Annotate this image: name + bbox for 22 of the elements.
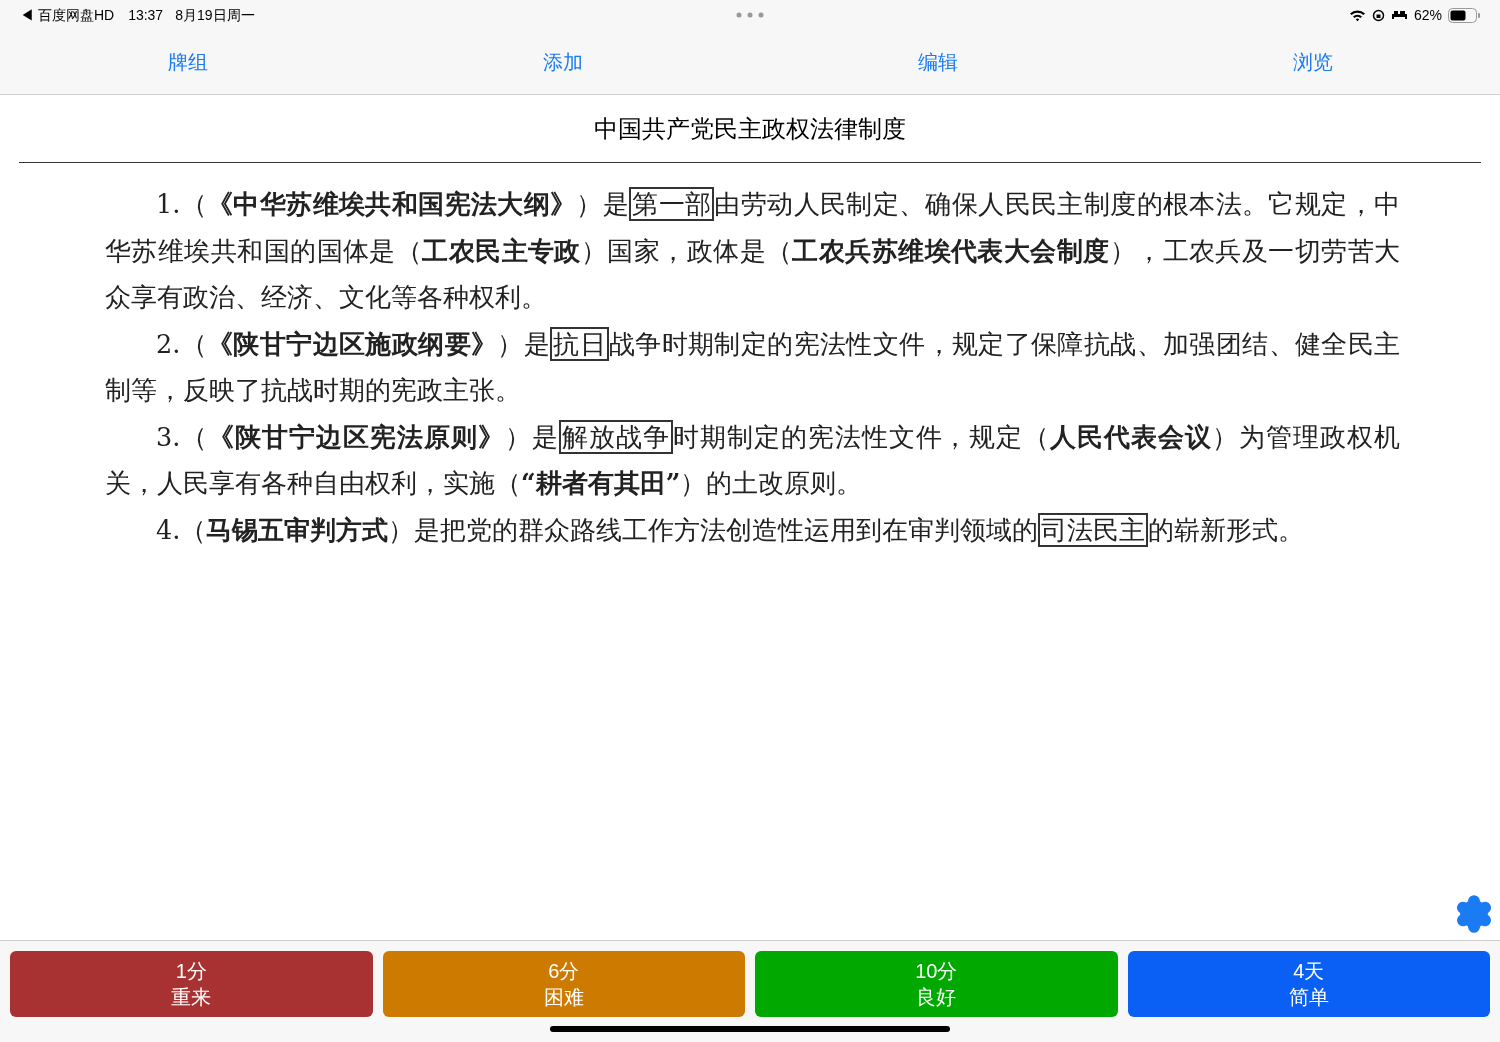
toolbar-tab[interactable]: 添加 (542, 47, 583, 77)
card-paragraph: 4.（马锡五审判方式）是把党的群众路线工作方法创造性运用到在审判领域的司法民主的崭新形式。 (155, 511, 1306, 549)
answer-button[interactable]: 4天 简单 (1127, 951, 1490, 1017)
status-time: 13:37 (128, 5, 164, 25)
toolbar-tab[interactable]: 牌组 (167, 47, 208, 77)
battery-percent: 62% (1413, 5, 1442, 25)
card-paragraph: 1.（《中华苏维埃共和国宪法大纲》）是 第一部 由劳动人民制定、确保人民民主制度的根本法。它规定，中华苏维埃共和国的国体是（工农民主专政）国家，政体是（工农兵苏维埃代表大会制度），工农兵及一切劳苦大众享有政治、经济、文化等各种权利。 (105, 186, 1400, 314)
card-title: 中国共产党民主政权法律制度 (594, 113, 906, 144)
status-date: 8月19日周一 (175, 5, 255, 25)
battery-icon (1448, 7, 1480, 23)
card-paragraph: 2.（《陕甘宁边区施政纲要》）是抗日 战争时期制定的宪法性文件，规定了保障抗战、加强团结、健全民主制等，反映了抗战时期的宪政主张。 (105, 325, 1400, 407)
toolbar-tab[interactable]: 浏览 (1292, 47, 1333, 77)
answer-button[interactable]: 1分 重来 (10, 951, 373, 1017)
card-paragraph: 3.（《陕甘宁边区宪法原则》）是 解放战争 时期制定的宪法性文件，规定（人民代表会议）为管理政权机关，人民享有各种自由权利，实施（“耕者有其田”）的土改原则。 (105, 418, 1400, 500)
rotation-lock-icon (1371, 8, 1385, 22)
back-app-label[interactable]: ◀ 百度网盘HD (20, 4, 115, 26)
toolbar-tab[interactable]: 编辑 (917, 47, 958, 77)
answer-button[interactable]: 6分 困难 (382, 951, 745, 1017)
more-dots-icon[interactable] (736, 12, 764, 18)
bed-icon (1390, 9, 1408, 21)
wifi-icon (1348, 8, 1366, 22)
answer-button[interactable]: 10分 良好 (755, 951, 1118, 1017)
